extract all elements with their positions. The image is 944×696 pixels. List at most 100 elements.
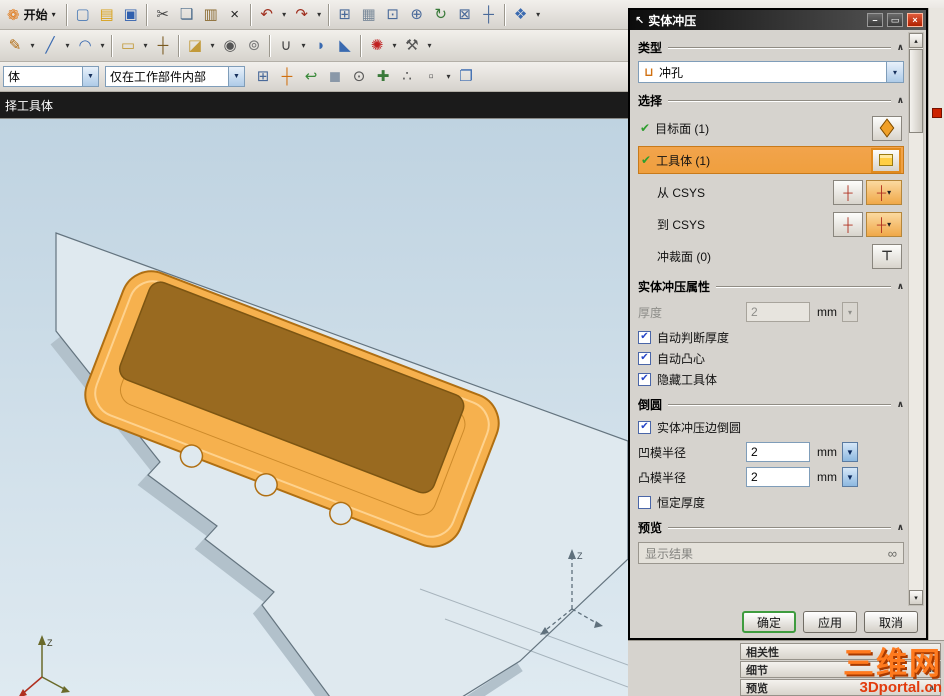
radius-input[interactable]: [746, 467, 810, 487]
scroll-up-button[interactable]: ▴: [909, 33, 923, 48]
checkbox-box[interactable]: ✔: [638, 420, 651, 434]
select-target-face-button[interactable]: [872, 115, 902, 141]
constant-thickness-checkbox[interactable]: 恒定厚度: [638, 492, 904, 512]
to-csys-row[interactable]: 到 CSYS ┼ ┼ ▾: [638, 210, 904, 238]
round-stamp-edges-checkbox[interactable]: ✔ 实体冲压边倒圆: [638, 417, 904, 437]
tools-icon[interactable]: ⚒: [400, 34, 424, 58]
arc-dropdown-arrow[interactable]: ▾: [97, 34, 108, 58]
datum-plane-icon[interactable]: ▭: [116, 34, 140, 58]
collapse-chevron-icon[interactable]: ∧: [897, 522, 904, 533]
selection-scope-combo[interactable]: 仅在工作部件内部 ▼: [105, 66, 245, 87]
snapshot-button[interactable]: ▭: [887, 13, 903, 27]
start-menu-button[interactable]: ❁ 开始 ▾: [3, 4, 63, 26]
arc-icon[interactable]: ◠: [73, 34, 97, 58]
hide-tool-body-checkbox[interactable]: ✔ 隐藏工具体: [638, 369, 904, 389]
open-folder-icon[interactable]: ▤: [95, 3, 119, 27]
section-round[interactable]: 倒圆 ∧: [638, 396, 904, 413]
rollup-button[interactable]: –: [867, 13, 883, 27]
close-button[interactable]: ×: [907, 13, 923, 27]
cancel-button[interactable]: 取消: [864, 611, 918, 633]
boolean-dropdown-arrow[interactable]: ▾: [298, 34, 309, 58]
dialog-scrollbar[interactable]: ▴ ▾: [908, 32, 924, 606]
pan-icon[interactable]: ┼: [477, 3, 501, 27]
extrude-dropdown-arrow[interactable]: ▾: [207, 34, 218, 58]
fit-view-icon[interactable]: ⊠: [453, 3, 477, 27]
assembly-icon[interactable]: ✺: [365, 34, 389, 58]
section-type[interactable]: 类型 ∧: [638, 39, 904, 56]
line-dropdown-arrow[interactable]: ▾: [62, 34, 73, 58]
scrollbar-thumb[interactable]: [909, 49, 923, 133]
checkbox-box[interactable]: ✔: [638, 372, 651, 386]
navigator-section-preview[interactable]: 预览 ∧: [740, 679, 941, 696]
from-csys-button[interactable]: ┼: [833, 179, 863, 205]
delete-icon[interactable]: ×: [223, 3, 247, 27]
plus-icon[interactable]: ✚: [371, 65, 395, 89]
new-file-icon[interactable]: ▢: [71, 3, 95, 27]
spinner-down-button[interactable]: ▼: [842, 467, 858, 487]
viewport-canvas[interactable]: Z Z: [0, 119, 628, 696]
infer-thickness-checkbox[interactable]: ✔ 自动判断厚度: [638, 327, 904, 347]
navigator-section-details[interactable]: 细节 ∧: [740, 661, 941, 678]
save-icon[interactable]: ▣: [119, 3, 143, 27]
to-csys-button[interactable]: ┼: [833, 211, 863, 237]
undo-dropdown-arrow[interactable]: ▾: [279, 3, 290, 27]
spinner-down-button[interactable]: ▼: [842, 442, 858, 462]
apply-button[interactable]: 应用: [803, 611, 857, 633]
redo-dropdown-arrow[interactable]: ▾: [314, 3, 325, 27]
select-tool-body-button[interactable]: [871, 147, 901, 173]
dropdown-arrow-icon[interactable]: ▾: [886, 62, 903, 82]
line-icon[interactable]: ╱: [38, 34, 62, 58]
sketch-icon[interactable]: ✎: [3, 34, 27, 58]
from-csys-row[interactable]: 从 CSYS ┼ ┼ ▾: [638, 178, 904, 206]
unite-icon[interactable]: ∪: [274, 34, 298, 58]
specify-to-csys-button[interactable]: ┼ ▾: [866, 211, 902, 237]
back-arrow-icon[interactable]: ↩: [299, 65, 323, 89]
snap-point-icon[interactable]: ┼: [275, 65, 299, 89]
auto-center-checkbox[interactable]: ✔ 自动凸心: [638, 348, 904, 368]
boss-icon[interactable]: ⊚: [242, 34, 266, 58]
display-mode-icon[interactable]: ▦: [357, 3, 381, 27]
combo-arrow-icon[interactable]: ▼: [228, 67, 244, 86]
orient-view-cube-icon[interactable]: ❖: [509, 3, 533, 27]
navigator-section-dependencies[interactable]: 相关性 ∧: [740, 643, 941, 660]
collapse-chevron-icon[interactable]: ∧: [897, 399, 904, 410]
section-select[interactable]: 选择 ∧: [638, 92, 904, 109]
punch-radius-row[interactable]: 凸模半径 mm ▼: [638, 466, 904, 488]
view-dropdown-arrow[interactable]: ▾: [533, 3, 544, 27]
graphics-window[interactable]: Z Z: [0, 118, 628, 696]
redo-icon[interactable]: ↷: [290, 3, 314, 27]
checkbox-box[interactable]: ✔: [638, 351, 651, 365]
snap-dropdown-arrow[interactable]: ▾: [443, 65, 454, 89]
center-point-icon[interactable]: ⊙: [347, 65, 371, 89]
edge-blend-icon[interactable]: ◗: [309, 34, 333, 58]
collapse-chevron-icon[interactable]: ∧: [897, 95, 904, 106]
specify-from-csys-button[interactable]: ┼ ▾: [866, 179, 902, 205]
chamfer-icon[interactable]: ◣: [333, 34, 357, 58]
cut-icon[interactable]: ✂: [151, 3, 175, 27]
scroll-down-button[interactable]: ▾: [909, 590, 923, 605]
window-icon[interactable]: ❐: [454, 65, 478, 89]
vertex-icon[interactable]: ∴: [395, 65, 419, 89]
snap-grid-icon[interactable]: ⊞: [251, 65, 275, 89]
zoom-window-icon[interactable]: ⊡: [381, 3, 405, 27]
section-stamp-properties[interactable]: 实体冲压属性 ∧: [638, 278, 904, 295]
type-filter-combo[interactable]: 体 ▼: [3, 66, 99, 87]
sketch-dropdown-arrow[interactable]: ▾: [27, 34, 38, 58]
refresh-icon[interactable]: ↻: [429, 3, 453, 27]
ok-button[interactable]: 确定: [742, 611, 796, 633]
tool-body-row[interactable]: ✔ 工具体 (1): [638, 146, 904, 174]
radius-input[interactable]: [746, 442, 810, 462]
dashed-box-icon[interactable]: ▫: [419, 65, 443, 89]
collapse-chevron-icon[interactable]: ∧: [897, 281, 904, 292]
assembly-dropdown-arrow[interactable]: ▾: [389, 34, 400, 58]
collapse-chevron-icon[interactable]: ∧: [897, 42, 904, 53]
solid-body-icon[interactable]: ◼: [323, 65, 347, 89]
datum-dropdown-arrow[interactable]: ▾: [140, 34, 151, 58]
undo-icon[interactable]: ↶: [255, 3, 279, 27]
pierce-face-row[interactable]: 冲裁面 (0) ⊤: [638, 242, 904, 270]
zoom-in-out-icon[interactable]: ⊕: [405, 3, 429, 27]
die-radius-row[interactable]: 凹模半径 mm ▼: [638, 441, 904, 463]
tools-dropdown-arrow[interactable]: ▾: [424, 34, 435, 58]
combo-arrow-icon[interactable]: ▼: [82, 67, 98, 86]
checkbox-box[interactable]: ✔: [638, 330, 651, 344]
